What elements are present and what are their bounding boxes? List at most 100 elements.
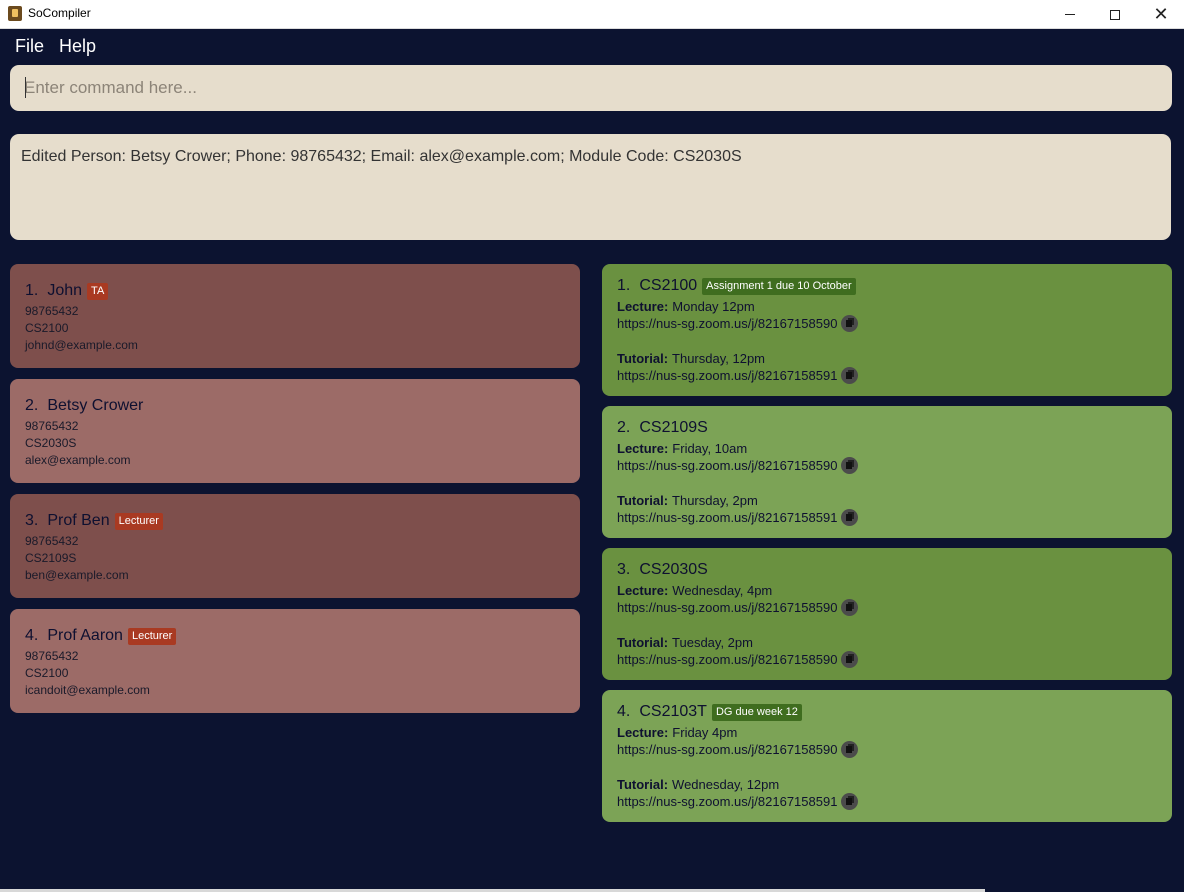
person-index: 3. [25,512,39,529]
person-header: 2. Betsy Crower [25,397,143,415]
module-card[interactable]: 1. CS2100 Assignment 1 due 10 October Le… [602,264,1172,396]
lecture-line: Lecture: Friday 4pm [617,725,737,740]
module-code: CS2109S [639,419,708,436]
tutorial-link[interactable]: https://nus-sg.zoom.us/j/82167158591 [617,368,837,383]
lecture-line: Lecture: Wednesday, 4pm [617,583,772,598]
copy-icon[interactable] [841,509,859,526]
module-tag: DG due week 12 [711,703,802,721]
tutorial-line: Tutorial: Wednesday, 12pm [617,777,779,792]
person-card[interactable]: 3. Prof Ben Lecturer 98765432 CS2109S be… [10,494,580,598]
tutorial-link-line: https://nus-sg.zoom.us/j/82167158591 [617,509,859,526]
person-tag: TA [87,282,109,300]
lecture-label: Lecture: [617,725,669,740]
copy-icon[interactable] [841,457,859,474]
tutorial-label: Tutorial: [617,493,669,508]
person-email: ben@example.com [25,568,129,582]
copy-icon[interactable] [841,741,859,758]
lecture-link-line: https://nus-sg.zoom.us/j/82167158590 [617,741,859,758]
person-header: 4. Prof Aaron Lecturer [25,627,177,645]
module-index: 1. [617,277,631,294]
tutorial-time: Wednesday, 12pm [672,777,780,792]
person-index: 2. [25,397,39,414]
lecture-link[interactable]: https://nus-sg.zoom.us/j/82167158590 [617,742,837,757]
person-index: 1. [25,282,39,299]
person-card[interactable]: 2. Betsy Crower 98765432 CS2030S alex@ex… [10,379,580,483]
person-phone: 98765432 [25,649,79,663]
tutorial-link[interactable]: https://nus-sg.zoom.us/j/82167158591 [617,794,837,809]
module-header: 4. CS2103T DG due week 12 [617,703,802,721]
lecture-link[interactable]: https://nus-sg.zoom.us/j/82167158590 [617,316,837,331]
copy-icon[interactable] [841,367,859,384]
person-email: alex@example.com [25,453,131,467]
module-header: 2. CS2109S [617,419,708,437]
lecture-time: Wednesday, 4pm [672,583,773,598]
module-code: CS2103T [639,703,707,720]
lecture-link-line: https://nus-sg.zoom.us/j/82167158590 [617,315,859,332]
module-card[interactable]: 3. CS2030S Lecture: Wednesday, 4pm https… [602,548,1172,680]
text-caret [25,77,26,98]
copy-icon[interactable] [841,315,859,332]
person-phone: 98765432 [25,419,79,433]
result-display: Edited Person: Betsy Crower; Phone: 9876… [10,134,1171,240]
module-tag: Assignment 1 due 10 October [702,277,856,295]
person-name: Prof Ben [47,512,110,529]
lecture-link-line: https://nus-sg.zoom.us/j/82167158590 [617,599,859,616]
tutorial-link[interactable]: https://nus-sg.zoom.us/j/82167158591 [617,510,837,525]
menu-bar: File Help [0,30,1184,64]
person-module: CS2100 [25,321,69,335]
lecture-link[interactable]: https://nus-sg.zoom.us/j/82167158590 [617,600,837,615]
command-box [10,65,1172,111]
close-button[interactable]: ✕ [1138,0,1184,29]
copy-icon[interactable] [841,793,859,810]
person-card[interactable]: 4. Prof Aaron Lecturer 98765432 CS2100 i… [10,609,580,713]
person-header: 3. Prof Ben Lecturer [25,512,163,530]
person-email: johnd@example.com [25,338,138,352]
module-code: CS2100 [639,277,698,294]
minimize-button[interactable] [1047,0,1093,29]
person-tag: Lecturer [114,512,163,530]
tutorial-label: Tutorial: [617,351,669,366]
module-code: CS2030S [639,561,708,578]
close-icon: ✕ [1153,3,1169,25]
person-name: John [47,282,83,299]
menu-file[interactable]: File [15,36,44,57]
tutorial-line: Tutorial: Tuesday, 2pm [617,635,753,650]
tutorial-link-line: https://nus-sg.zoom.us/j/82167158590 [617,651,859,668]
result-text: Edited Person: Betsy Crower; Phone: 9876… [21,148,742,165]
maximize-button[interactable] [1092,0,1138,29]
module-index: 2. [617,419,631,436]
maximize-icon [1110,9,1120,20]
tutorial-line: Tutorial: Thursday, 2pm [617,493,758,508]
person-card[interactable]: 1. John TA 98765432 CS2100 johnd@example… [10,264,580,368]
person-phone: 98765432 [25,534,79,548]
lecture-link[interactable]: https://nus-sg.zoom.us/j/82167158590 [617,458,837,473]
module-card[interactable]: 2. CS2109S Lecture: Friday, 10am https:/… [602,406,1172,538]
tutorial-label: Tutorial: [617,635,669,650]
lecture-label: Lecture: [617,583,669,598]
person-name: Betsy Crower [47,397,144,414]
module-card[interactable]: 4. CS2103T DG due week 12 Lecture: Frida… [602,690,1172,822]
person-header: 1. John TA [25,282,109,300]
module-index: 4. [617,703,631,720]
person-name: Prof Aaron [47,627,123,644]
tutorial-time: Thursday, 12pm [672,351,765,366]
app-icon [8,6,22,21]
tutorial-link[interactable]: https://nus-sg.zoom.us/j/82167158590 [617,652,837,667]
tutorial-label: Tutorial: [617,777,669,792]
menu-help[interactable]: Help [59,36,96,57]
lecture-link-line: https://nus-sg.zoom.us/j/82167158590 [617,457,859,474]
tutorial-link-line: https://nus-sg.zoom.us/j/82167158591 [617,367,859,384]
lecture-time: Monday 12pm [672,299,755,314]
command-input[interactable] [24,75,1154,101]
lecture-time: Friday, 10am [672,441,748,456]
copy-icon[interactable] [841,599,859,616]
lecture-time: Friday 4pm [672,725,738,740]
person-index: 4. [25,627,39,644]
module-header: 3. CS2030S [617,561,708,579]
copy-icon[interactable] [841,651,859,668]
person-phone: 98765432 [25,304,79,318]
person-module: CS2030S [25,436,77,450]
lecture-line: Lecture: Friday, 10am [617,441,747,456]
lecture-label: Lecture: [617,441,669,456]
tutorial-time: Tuesday, 2pm [672,635,753,650]
